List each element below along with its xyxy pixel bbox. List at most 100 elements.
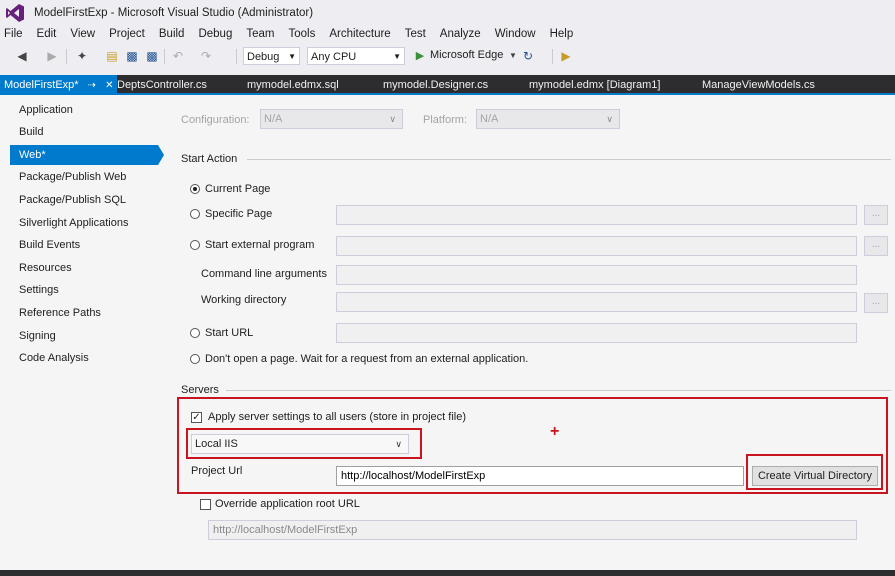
menu-edit[interactable]: Edit — [30, 26, 64, 45]
forward-icon[interactable]: ▶ — [44, 48, 60, 64]
project-url-label: Project Url — [191, 465, 243, 477]
save-all-icon[interactable]: ▩ — [144, 48, 160, 64]
nav-build[interactable]: Build — [10, 122, 158, 142]
specific-page-label: Specific Page — [205, 208, 273, 220]
new-project-icon[interactable]: ✦ — [74, 48, 90, 64]
command-line-arguments-label: Command line arguments — [201, 268, 327, 280]
current-page-label: Current Page — [205, 183, 271, 195]
document-tabs: ModelFirstExp* ⇢ ✕ DeptsController.cs my… — [0, 75, 895, 95]
nav-web[interactable]: Web* — [10, 145, 164, 165]
chevron-down-icon: ∨ — [395, 439, 402, 449]
tab-mymodel-edmx-sql[interactable]: mymodel.edmx.sql — [247, 75, 339, 95]
undo-icon[interactable]: ↶ — [170, 48, 186, 64]
tab-modelfirstexp[interactable]: ModelFirstExp* ⇢ ✕ — [0, 75, 118, 95]
save-icon[interactable]: ▩ — [124, 48, 140, 64]
web-properties-page: Configuration: N/A ∨ Platform: N/A ∨ Sta… — [167, 95, 895, 570]
refresh-icon[interactable]: ↻ — [520, 48, 536, 64]
radio-start-url[interactable] — [190, 328, 200, 338]
nav-silverlight-applications[interactable]: Silverlight Applications — [10, 213, 158, 233]
external-program-input[interactable] — [336, 236, 857, 256]
configuration-label: Configuration: — [181, 114, 250, 126]
redo-icon[interactable]: ↷ — [198, 48, 214, 64]
tab-manageviewmodels[interactable]: ManageViewModels.cs — [702, 75, 815, 95]
menu-build[interactable]: Build — [152, 26, 192, 45]
configuration-select[interactable]: Debug ▼ — [243, 47, 300, 65]
menu-tools[interactable]: Tools — [281, 26, 322, 45]
status-bar — [0, 570, 895, 576]
nav-build-events[interactable]: Build Events — [10, 235, 158, 255]
menu-file[interactable]: File — [0, 26, 30, 45]
menu-help[interactable]: Help — [543, 26, 581, 45]
radio-dont-open-page[interactable] — [190, 354, 200, 364]
platform-dropdown-value: N/A — [480, 113, 499, 125]
server-dropdown-value: Local IIS — [195, 438, 238, 450]
configuration-value: Debug — [247, 51, 280, 63]
menu-analyze[interactable]: Analyze — [433, 26, 488, 45]
apply-settings-checkbox[interactable]: ✓ — [191, 412, 202, 423]
run-target[interactable]: Microsoft Edge — [430, 49, 503, 61]
start-url-input[interactable] — [336, 323, 857, 343]
external-program-browse-button[interactable]: ... — [864, 236, 888, 256]
override-root-url-input: http://localhost/ModelFirstExp — [208, 520, 857, 540]
menu-window[interactable]: Window — [488, 26, 543, 45]
project-url-input[interactable]: http://localhost/ModelFirstExp — [336, 466, 744, 486]
radio-current-page[interactable] — [190, 184, 200, 194]
menu-bar: File Edit View Project Build Debug Team … — [0, 26, 895, 45]
nav-settings[interactable]: Settings — [10, 280, 158, 300]
override-root-url-checkbox[interactable] — [200, 499, 211, 510]
working-directory-input[interactable] — [336, 292, 857, 312]
window-title: ModelFirstExp - Microsoft Visual Studio … — [34, 7, 314, 19]
platform-label: Platform: — [423, 114, 468, 126]
open-folder-icon[interactable]: ▤ — [104, 48, 120, 64]
menu-project[interactable]: Project — [102, 26, 152, 45]
start-url-label: Start URL — [205, 327, 254, 339]
working-directory-browse-button[interactable]: ... — [864, 293, 888, 313]
create-virtual-directory-button[interactable]: Create Virtual Directory — [752, 466, 878, 486]
menu-architecture[interactable]: Architecture — [322, 26, 397, 45]
start-action-divider — [247, 159, 891, 160]
menu-debug[interactable]: Debug — [191, 26, 239, 45]
override-root-url-label: Override application root URL — [215, 498, 360, 510]
nav-application[interactable]: Application — [10, 100, 158, 120]
chevron-down-icon: ∨ — [389, 114, 396, 124]
tab-mymodel-designer[interactable]: mymodel.Designer.cs — [383, 75, 488, 95]
tab-deptscontroller[interactable]: DeptsController.cs — [117, 75, 207, 95]
start-action-heading: Start Action — [181, 153, 238, 165]
tab-label: ModelFirstExp* — [4, 79, 79, 91]
nav-package-publish-web[interactable]: Package/Publish Web — [10, 167, 158, 187]
chevron-down-icon: ▼ — [288, 52, 296, 61]
menu-team[interactable]: Team — [239, 26, 281, 45]
menu-test[interactable]: Test — [398, 26, 433, 45]
chevron-down-icon: ∨ — [606, 114, 613, 124]
run-target-dropdown-icon[interactable]: ▼ — [505, 48, 521, 64]
radio-specific-page[interactable] — [190, 209, 200, 219]
platform-dropdown: N/A ∨ — [476, 109, 620, 129]
nav-package-publish-sql[interactable]: Package/Publish SQL — [10, 190, 158, 210]
annotation-plus-marker: + — [550, 423, 560, 440]
servers-heading: Servers — [181, 384, 219, 396]
nav-resources[interactable]: Resources — [10, 258, 158, 278]
server-dropdown[interactable]: Local IIS ∨ — [191, 434, 409, 454]
toolbar: ◀ ▶ ✦ ▤ ▩ ▩ ↶ ↷ Debug ▼ Any CPU ▼ ▶ Micr… — [0, 45, 895, 70]
find-in-files-icon[interactable]: ▶ — [558, 48, 574, 64]
platform-value: Any CPU — [311, 51, 357, 63]
visual-studio-logo-icon — [6, 4, 24, 22]
platform-select[interactable]: Any CPU ▼ — [307, 47, 405, 65]
command-line-arguments-input[interactable] — [336, 265, 857, 285]
working-directory-label: Working directory — [201, 294, 287, 306]
servers-divider — [226, 390, 891, 391]
tab-mymodel-diagram[interactable]: mymodel.edmx [Diagram1] — [529, 75, 660, 95]
apply-settings-label: Apply server settings to all users (stor… — [208, 411, 466, 423]
nav-code-analysis[interactable]: Code Analysis — [10, 348, 158, 368]
radio-start-external-program[interactable] — [190, 240, 200, 250]
nav-reference-paths[interactable]: Reference Paths — [10, 303, 158, 323]
property-pages-nav: Application Build Web* Package/Publish W… — [0, 95, 167, 570]
start-debugging-icon[interactable]: ▶ — [412, 48, 428, 64]
nav-signing[interactable]: Signing — [10, 326, 158, 346]
specific-page-browse-button[interactable]: ... — [864, 205, 888, 225]
back-icon[interactable]: ◀ — [14, 48, 30, 64]
configuration-dropdown-value: N/A — [264, 113, 283, 125]
menu-view[interactable]: View — [63, 26, 102, 45]
title-bar: ModelFirstExp - Microsoft Visual Studio … — [0, 0, 895, 26]
specific-page-input[interactable] — [336, 205, 857, 225]
